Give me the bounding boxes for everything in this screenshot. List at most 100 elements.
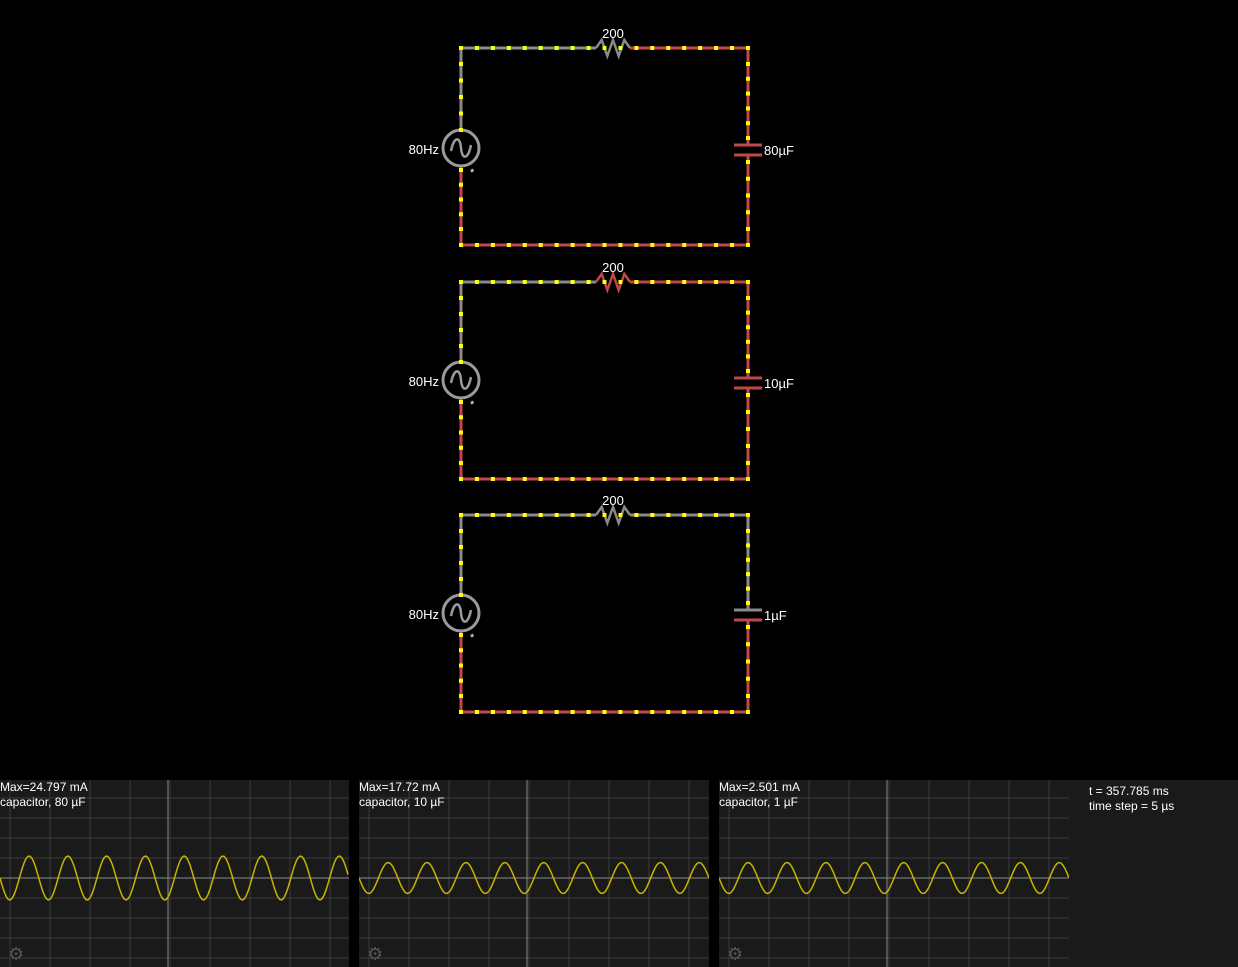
current-dot: [714, 280, 719, 284]
current-dot: [459, 78, 463, 83]
current-dot: [522, 280, 527, 284]
current-dot: [746, 513, 750, 517]
current-dot: [538, 46, 543, 50]
current-dot: [682, 46, 687, 50]
current-dot: [538, 477, 543, 481]
current-dot: [522, 710, 527, 714]
circuit-canvas[interactable]: 200 80Hz 80µF * 200 80Hz 10µF * 200 80Hz 1µF *: [0, 0, 1238, 780]
gear-icon[interactable]: ⚙: [8, 945, 24, 963]
current-dot: [586, 46, 591, 50]
current-dot: [682, 243, 687, 247]
current-dot: [746, 642, 750, 647]
current-dot: [459, 678, 463, 683]
simulation-time: t = 357.785 ms: [1089, 784, 1169, 798]
current-dot: [490, 243, 495, 247]
current-dot: [538, 710, 543, 714]
resistor-label: 200: [602, 493, 624, 508]
resistor[interactable]: [594, 36, 632, 60]
resistor-label: 200: [602, 26, 624, 41]
gear-icon[interactable]: ⚙: [727, 945, 743, 963]
current-dot: [746, 296, 750, 300]
current-dot: [459, 62, 463, 66]
current-dot: [746, 62, 750, 66]
capacitor-label: 80µF: [764, 143, 794, 158]
resistor[interactable]: [594, 503, 632, 527]
current-dot: [586, 280, 591, 284]
source-frequency-label: 80Hz: [409, 607, 439, 622]
current-dot: [698, 280, 703, 284]
current-dot: [714, 710, 719, 714]
current-dot: [538, 513, 543, 517]
current-dot: [602, 46, 607, 50]
current-dot: [570, 477, 575, 481]
current-dot: [698, 243, 703, 247]
circuit-1uf[interactable]: 200 80Hz 1µF *: [409, 493, 787, 714]
current-dot: [459, 360, 463, 364]
current-dot: [459, 710, 463, 714]
current-dot: [682, 280, 687, 284]
circuit-80uf[interactable]: 200 80Hz 80µF *: [409, 26, 794, 247]
source-marker: *: [470, 632, 475, 644]
current-dot: [490, 513, 495, 517]
current-dot: [746, 136, 750, 140]
current-dot: [666, 243, 671, 247]
current-dot: [650, 243, 655, 247]
current-dot: [506, 513, 511, 517]
scope-element-label: capacitor, 10 µF: [359, 795, 445, 809]
current-dot: [459, 545, 463, 549]
current-dot: [506, 46, 511, 50]
current-dot: [570, 513, 575, 517]
current-dot: [459, 111, 463, 116]
scope-panel-80uf[interactable]: Max=24.797 mA capacitor, 80 µF ⚙: [0, 780, 349, 967]
current-dot: [459, 415, 463, 420]
current-dot: [714, 46, 719, 50]
current-dot: [618, 46, 623, 50]
current-dot: [554, 46, 559, 50]
current-dot: [522, 243, 527, 247]
resistor[interactable]: [594, 270, 632, 294]
capacitor-label: 1µF: [764, 608, 787, 623]
current-dot: [682, 477, 687, 481]
scope-element-label: capacitor, 1 µF: [719, 795, 798, 809]
current-dot: [666, 280, 671, 284]
source-frequency-label: 80Hz: [409, 142, 439, 157]
current-dot: [746, 160, 750, 164]
gear-icon[interactable]: ⚙: [367, 945, 383, 963]
current-dot: [490, 280, 495, 284]
current-dot: [746, 310, 750, 315]
current-dot: [459, 648, 463, 653]
current-dot: [538, 243, 543, 247]
current-dot: [618, 477, 623, 481]
current-dot: [554, 710, 559, 714]
simulation-info-panel: t = 357.785 ms time step = 5 µs: [1069, 780, 1238, 967]
current-dot: [586, 243, 591, 247]
current-dot: [634, 46, 639, 50]
current-dot: [459, 400, 463, 404]
current-dot: [602, 280, 607, 284]
scope-panel-10uf[interactable]: Max=17.72 mA capacitor, 10 µF ⚙: [359, 780, 709, 967]
current-dot: [554, 280, 559, 284]
scope-panel-1uf[interactable]: Max=2.501 mA capacitor, 1 µF ⚙: [719, 780, 1069, 967]
current-dot: [459, 296, 463, 300]
source-marker: *: [470, 167, 475, 179]
current-dot: [746, 193, 750, 198]
source-frequency-label: 80Hz: [409, 374, 439, 389]
current-dot: [634, 710, 639, 714]
current-dot: [570, 46, 575, 50]
current-dot: [459, 633, 463, 637]
current-dot: [698, 477, 703, 481]
current-dot: [459, 477, 463, 481]
current-dot: [746, 572, 750, 577]
scope-max-label: Max=17.72 mA: [359, 780, 441, 794]
current-dot: [730, 243, 735, 247]
current-dot: [459, 243, 463, 247]
scope-max-label: Max=2.501 mA: [719, 780, 801, 794]
sine-wave-icon: [449, 603, 473, 623]
current-dot: [538, 280, 543, 284]
current-dot: [746, 369, 750, 373]
current-dot: [650, 710, 655, 714]
current-dot: [506, 243, 511, 247]
capacitor-label: 10µF: [764, 376, 794, 391]
current-dot: [474, 243, 479, 247]
circuit-10uf[interactable]: 200 80Hz 10µF *: [409, 260, 794, 481]
